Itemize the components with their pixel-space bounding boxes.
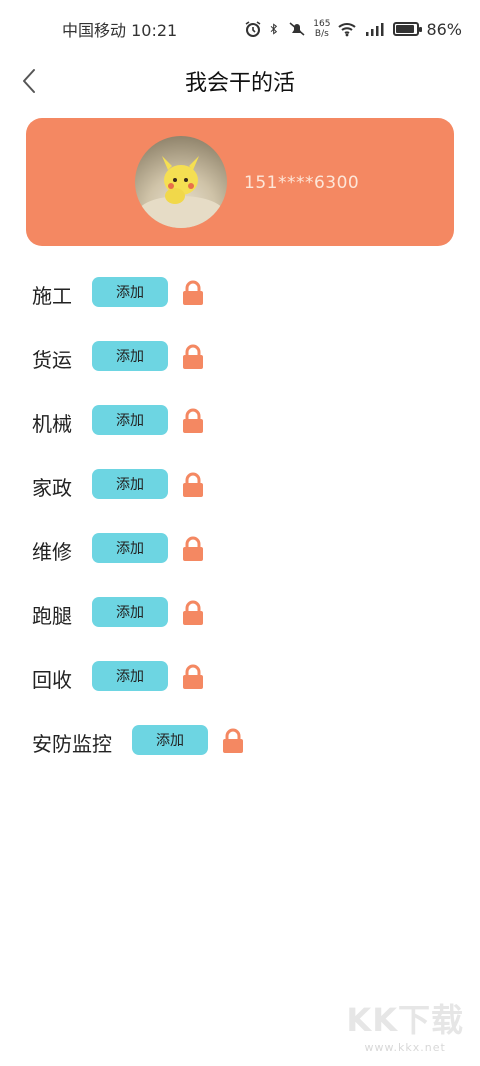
bluetooth-icon xyxy=(270,23,278,35)
phone-number: 151****6300 xyxy=(244,173,360,193)
lock-icon xyxy=(183,344,203,369)
list-item: 跑腿 添加 xyxy=(0,582,480,646)
list-item: 安防监控 添加 xyxy=(0,710,480,774)
lock-icon xyxy=(183,600,203,625)
mute-bell-icon xyxy=(289,22,305,36)
skill-label: 跑腿 xyxy=(32,604,72,628)
profile-card: 151****6300 xyxy=(26,118,454,246)
list-item: 维修 添加 xyxy=(0,518,480,582)
status-bar: 中国移动 10:21 165 B/s 86% xyxy=(0,0,480,58)
add-button[interactable]: 添加 xyxy=(92,341,168,371)
watermark-logo: KK下载 xyxy=(346,1001,464,1039)
page-title: 我会干的活 xyxy=(184,71,295,96)
wifi-icon xyxy=(338,23,357,37)
skill-label: 维修 xyxy=(32,540,72,564)
skill-label: 安防监控 xyxy=(32,732,112,756)
add-button[interactable]: 添加 xyxy=(92,469,168,499)
avatar[interactable] xyxy=(135,136,227,228)
battery-fill xyxy=(396,25,414,33)
add-button[interactable]: 添加 xyxy=(132,725,208,755)
avatar-image xyxy=(137,156,225,228)
skill-label: 施工 xyxy=(32,284,72,308)
speed-value: 165 xyxy=(313,19,331,29)
list-item: 货运 添加 xyxy=(0,326,480,390)
skill-label: 机械 xyxy=(32,412,72,436)
lock-icon xyxy=(183,280,203,305)
skill-label: 回收 xyxy=(32,668,72,692)
list-item: 家政 添加 xyxy=(0,454,480,518)
network-speed: 165 B/s xyxy=(313,19,330,39)
watermark: KK下载 www.kkx.net xyxy=(346,995,464,1054)
watermark-url: www.kkx.net xyxy=(364,1041,446,1054)
speed-unit: B/s xyxy=(314,29,329,39)
skill-label: 家政 xyxy=(32,476,72,500)
lock-icon xyxy=(183,536,203,561)
lock-icon xyxy=(183,664,203,689)
lock-icon xyxy=(183,472,203,497)
page-header: 我会干的活 xyxy=(0,58,480,104)
battery-icon xyxy=(393,22,423,36)
battery-percent: 86% xyxy=(426,19,462,39)
list-item: 机械 添加 xyxy=(0,390,480,454)
add-button[interactable]: 添加 xyxy=(92,661,168,691)
signal-5g-icon xyxy=(366,23,384,36)
status-icons: 165 B/s 86% xyxy=(244,19,462,39)
list-item: 施工 添加 xyxy=(0,262,480,326)
lock-icon xyxy=(223,728,243,753)
chevron-left-icon[interactable] xyxy=(16,66,46,96)
add-button[interactable]: 添加 xyxy=(92,277,168,307)
list-item: 回收 添加 xyxy=(0,646,480,710)
alarm-icon xyxy=(245,21,261,37)
add-button[interactable]: 添加 xyxy=(92,405,168,435)
carrier-time: 中国移动 10:21 xyxy=(62,21,178,40)
lock-icon xyxy=(183,408,203,433)
skill-label: 货运 xyxy=(32,348,72,372)
add-button[interactable]: 添加 xyxy=(92,597,168,627)
add-button[interactable]: 添加 xyxy=(92,533,168,563)
